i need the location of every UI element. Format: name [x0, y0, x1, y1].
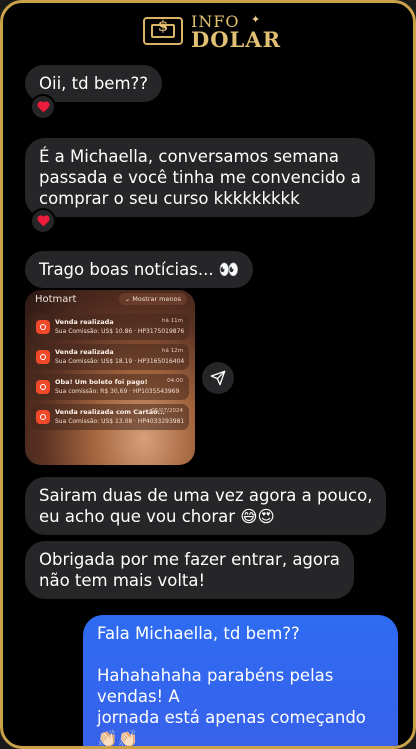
- dollar-sign: $: [157, 17, 169, 35]
- image-attachment[interactable]: Hotmart ⌄ Mostrar menos Venda realizada …: [25, 290, 195, 465]
- notification-subtitle: Sua comissão: R$ 30,69 · HP1035543969: [55, 388, 180, 395]
- notification-title: Venda realizada: [55, 318, 114, 326]
- notification-subtitle: Sua Comissão: US$ 18.19 · HP3165016404: [55, 358, 185, 365]
- notification-time: há 12m: [162, 348, 183, 354]
- heart-icon: [37, 216, 49, 227]
- notification-title: Venda realizada: [55, 348, 114, 356]
- notification-item: Venda realizada Sua Comissão: US$ 10.86 …: [31, 314, 189, 340]
- share-button[interactable]: [202, 362, 234, 394]
- notification-subtitle: Sua Comissão: US$ 10.86 · HP3175019876: [55, 328, 185, 335]
- sparkle-icon: ✦: [251, 13, 261, 26]
- reaction-heart[interactable]: [30, 94, 56, 120]
- message-bubble-2[interactable]: É a Michaella, conversamos semana passad…: [25, 138, 375, 217]
- message-bubble-sent[interactable]: Fala Michaella, td bem?? Hahahahaha para…: [83, 615, 398, 746]
- notification-header: Hotmart ⌄ Mostrar menos: [25, 290, 195, 312]
- notification-item: Venda realizada Sua Comissão: US$ 18.19 …: [31, 344, 189, 370]
- notification-item: Oba! Um boleto foi pago! Sua comissão: R…: [31, 374, 189, 400]
- hotmart-icon: [36, 380, 50, 394]
- brand-logo: $ INFO ✦ DOLAR: [143, 13, 283, 52]
- message-bubble-3[interactable]: Trago boas notícias... 👀: [25, 251, 254, 288]
- notification-time: 05/07/2024: [151, 408, 183, 414]
- notification-item: Venda realizada com Cartão... Sua Comiss…: [31, 404, 189, 430]
- notification-time: 04:00: [167, 378, 183, 384]
- heart-icon: [37, 102, 49, 113]
- notification-subtitle: Sua Comissão: US$ 13.08 · HP4033293981: [55, 418, 185, 425]
- send-icon: [210, 370, 226, 386]
- chat-screen: $ INFO ✦ DOLAR Oii, td bem?? É a Michael…: [0, 0, 416, 749]
- hotmart-icon: [36, 410, 50, 424]
- notification-title: Oba! Um boleto foi pago!: [55, 378, 148, 386]
- notification-title: Venda realizada com Cartão...: [55, 408, 166, 416]
- message-bubble-4[interactable]: Sairam duas de uma vez agora a pouco, eu…: [25, 477, 387, 535]
- hotmart-icon: [36, 320, 50, 334]
- hotmart-icon: [36, 350, 50, 364]
- notification-time: há 11m: [162, 318, 183, 324]
- reaction-heart[interactable]: [30, 208, 56, 234]
- message-bubble-5[interactable]: Obrigada por me fazer entrar, agora não …: [25, 541, 354, 599]
- app-name: Hotmart: [35, 294, 77, 305]
- show-less-label: ⌄ Mostrar menos: [118, 293, 187, 305]
- brand-name-bottom: DOLAR: [191, 27, 282, 52]
